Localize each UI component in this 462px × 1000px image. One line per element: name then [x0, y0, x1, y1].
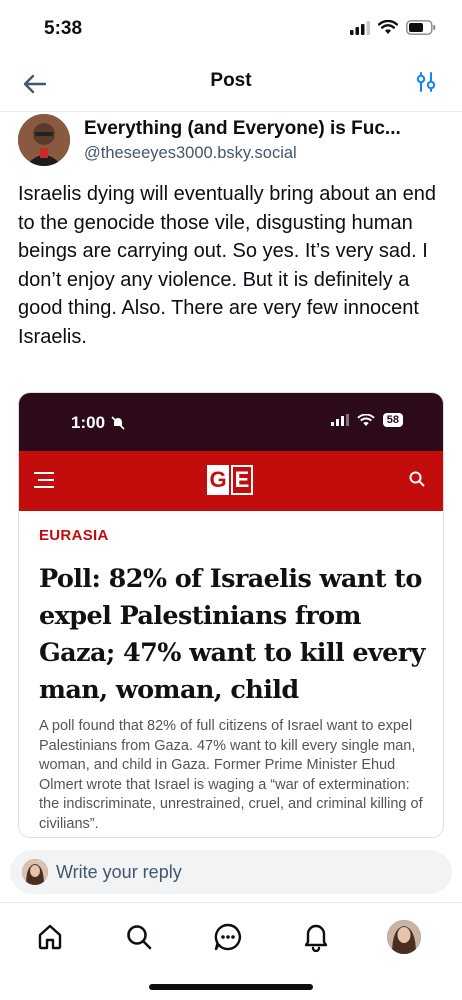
post-header: Post — [0, 56, 462, 112]
search-icon — [127, 925, 152, 950]
post-author[interactable]: Everything (and Everyone) is Fuc... @the… — [18, 114, 448, 170]
status-bar: 5:38 — [0, 0, 462, 56]
bell-icon — [304, 924, 328, 952]
tab-profile[interactable] — [386, 919, 422, 955]
tab-notifications[interactable] — [298, 919, 334, 955]
reply-user-avatar — [22, 859, 48, 885]
author-avatar[interactable] — [18, 114, 70, 166]
embed-status-icons: 58 — [330, 413, 403, 427]
sliders-icon — [416, 72, 436, 92]
thread-options-button[interactable] — [412, 68, 440, 96]
article-summary: A poll found that 82% of full citizens o… — [39, 718, 423, 832]
home-icon — [38, 924, 62, 950]
reply-input[interactable]: Write your reply — [10, 850, 452, 894]
page-title: Post — [210, 70, 252, 91]
embed-battery: 58 — [382, 413, 403, 427]
chat-icon — [214, 923, 242, 951]
embed-time: 1:00 — [71, 413, 106, 432]
battery-icon — [406, 20, 436, 35]
logo-letter-e: E — [231, 465, 253, 495]
reply-placeholder: Write your reply — [56, 862, 182, 882]
site-logo: G E — [207, 465, 253, 495]
embed-site-nav: G E — [19, 451, 443, 511]
embed-signal-icon — [330, 414, 349, 426]
tab-search[interactable] — [121, 919, 157, 955]
article-category: EURASIA — [39, 527, 109, 544]
author-display-name[interactable]: Everything (and Everyone) is Fuc... — [84, 118, 444, 140]
post-text: Israelis dying will eventually bring abo… — [18, 183, 437, 348]
status-time: 5:38 — [44, 18, 83, 39]
embed-search-icon — [409, 471, 425, 487]
profile-avatar — [387, 920, 421, 954]
post-image[interactable]: 1:00 58 G E EURASIA Poll: 82% of Israeli… — [18, 392, 444, 838]
wifi-icon — [378, 20, 398, 34]
article-headline: Poll: 82% of Israelis want to expel Pale… — [39, 564, 425, 705]
status-icons — [350, 20, 436, 35]
bell-muted-icon — [111, 416, 125, 430]
embed-status-bar: 1:00 58 — [19, 393, 443, 451]
cellular-signal-icon — [350, 20, 370, 35]
logo-letter-g: G — [207, 465, 229, 495]
bottom-tab-bar — [0, 902, 462, 972]
embed-article: EURASIA Poll: 82% of Israelis want to ex… — [19, 511, 443, 837]
hamburger-menu-icon — [34, 472, 54, 488]
author-handle[interactable]: @theseeyes3000.bsky.social — [84, 144, 297, 163]
home-indicator — [149, 984, 313, 990]
embed-wifi-icon — [357, 413, 375, 426]
tab-home[interactable] — [32, 919, 68, 955]
embed-time-wrap: 1:00 — [71, 413, 125, 433]
tab-chat[interactable] — [210, 919, 246, 955]
